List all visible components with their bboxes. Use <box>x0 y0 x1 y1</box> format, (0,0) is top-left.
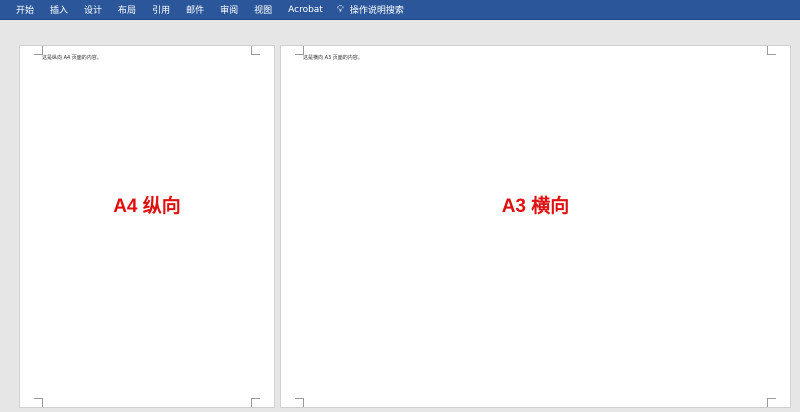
page-label: A4 纵向 <box>113 196 181 217</box>
page-a3-landscape[interactable]: 这是横向 A3 页面的内容。 A3 横向 <box>280 45 791 408</box>
tab-references[interactable]: 引用 <box>144 3 178 16</box>
crop-mark <box>295 398 304 407</box>
tab-view[interactable]: 视图 <box>246 3 280 16</box>
tab-insert[interactable]: 插入 <box>42 3 76 16</box>
crop-mark <box>34 398 43 407</box>
tab-acrobat[interactable]: Acrobat <box>280 5 331 15</box>
page-body-text: 这是纵向 A4 页面的内容。 <box>42 55 102 61</box>
crop-mark <box>767 398 776 407</box>
tab-home[interactable]: 开始 <box>0 3 42 16</box>
crop-mark <box>251 46 260 55</box>
tab-review[interactable]: 审阅 <box>212 3 246 16</box>
lightbulb-icon: 💡︎ <box>336 4 344 15</box>
ribbon-tab-bar: 开始 插入 设计 布局 引用 邮件 审阅 视图 Acrobat 💡︎ 操作说明搜… <box>0 0 800 20</box>
page-a4-portrait[interactable]: 这是纵向 A4 页面的内容。 A4 纵向 <box>19 45 275 408</box>
crop-mark <box>767 46 776 55</box>
page-body-text: 这是横向 A3 页面的内容。 <box>303 55 363 61</box>
tab-design[interactable]: 设计 <box>76 3 110 16</box>
crop-mark <box>251 398 260 407</box>
tell-me-search[interactable]: 操作说明搜索 <box>346 3 412 16</box>
tab-mailings[interactable]: 邮件 <box>178 3 212 16</box>
page-label: A3 横向 <box>501 196 570 217</box>
tab-layout[interactable]: 布局 <box>110 3 144 16</box>
